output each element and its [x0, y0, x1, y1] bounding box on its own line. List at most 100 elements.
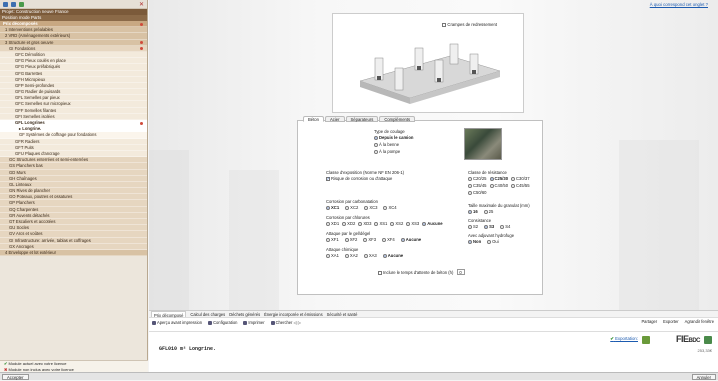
radio-option[interactable]: 25 — [483, 209, 493, 214]
option-camion[interactable]: Depuis le camion — [374, 135, 413, 140]
cancel-button[interactable]: Annuler — [691, 374, 716, 380]
radio-option[interactable]: Oui — [487, 239, 499, 244]
tab-securite[interactable]: Sécurité et santé — [327, 311, 358, 317]
radio-option[interactable]: XS1 — [374, 221, 387, 226]
radio-option[interactable]: XF3 — [363, 237, 376, 242]
radio[interactable] — [511, 176, 516, 181]
radio-option[interactable]: Non — [468, 239, 481, 244]
close-icon[interactable]: ✕ — [139, 1, 144, 8]
radio[interactable] — [363, 253, 368, 258]
share-button[interactable]: Partager — [641, 319, 657, 324]
radio-option[interactable]: XS3 — [406, 221, 419, 226]
radio-option[interactable]: Aucune — [422, 221, 443, 226]
radio[interactable] — [400, 237, 405, 242]
sidebar-item[interactable]: 4 Enveloppe et lot extérieur — [0, 249, 147, 257]
radio[interactable] — [468, 224, 472, 229]
radio-option[interactable]: XF4 — [382, 237, 395, 242]
radio[interactable] — [390, 221, 395, 226]
radio-option[interactable]: C25/30 — [489, 176, 508, 181]
tab-dechets[interactable]: Déchets générés — [229, 311, 260, 317]
radio[interactable] — [383, 205, 388, 210]
radio-option[interactable]: XD3 — [358, 221, 371, 226]
wait-time-input[interactable]: 0 — [456, 269, 465, 275]
radio[interactable] — [483, 209, 488, 214]
radio[interactable] — [406, 221, 411, 226]
radio-option[interactable]: C35/45 — [468, 183, 487, 188]
radio-option[interactable]: XA3 — [363, 253, 377, 258]
radio-option[interactable]: S2 — [468, 224, 478, 229]
tab-calcul-charges[interactable]: Calcul des charges — [190, 311, 225, 317]
radio-option[interactable]: XA2 — [344, 253, 358, 258]
radio[interactable] — [374, 221, 379, 226]
radio[interactable] — [468, 176, 472, 181]
radio-option[interactable]: C20/25 — [468, 176, 487, 181]
radio[interactable] — [468, 239, 472, 244]
tab-beton[interactable]: Béton — [303, 116, 324, 122]
radio-option[interactable]: S3 — [484, 224, 494, 229]
print-button[interactable]: Imprimer — [243, 320, 265, 325]
tree-icon[interactable] — [19, 1, 24, 7]
radio[interactable] — [511, 183, 516, 188]
fiebdc-logo[interactable]: FIEBDC — [676, 334, 700, 344]
accept-button[interactable]: Accepter — [2, 374, 29, 380]
radio[interactable] — [344, 237, 349, 242]
radio-option[interactable]: Aucune — [400, 237, 421, 242]
radio-option[interactable]: XF1 — [326, 237, 339, 242]
radio[interactable] — [489, 183, 494, 188]
radio-option[interactable]: C40/50 — [489, 183, 508, 188]
radio[interactable] — [484, 224, 489, 229]
radio[interactable] — [489, 176, 494, 181]
search-icon[interactable] — [11, 1, 16, 7]
radio[interactable] — [363, 237, 368, 242]
wait-time-checkbox[interactable] — [378, 270, 382, 275]
preview-checkbox[interactable]: Crampes de redressement — [442, 22, 497, 27]
radio-option[interactable]: XC3 — [364, 205, 377, 210]
radio-option[interactable]: C30/37 — [511, 176, 530, 181]
radio[interactable] — [326, 221, 330, 226]
radio-option[interactable]: XC1 — [326, 205, 339, 210]
radio[interactable] — [382, 237, 387, 242]
config-button[interactable]: Configuration — [208, 320, 237, 325]
radio-option[interactable]: Aucune — [382, 253, 403, 258]
option-pompe[interactable]: À la pompe — [374, 149, 413, 154]
radio[interactable] — [358, 221, 363, 226]
export-link[interactable]: ✔ Exportation: — [610, 336, 638, 342]
radio[interactable] — [468, 209, 472, 214]
radio-option[interactable]: S4 — [500, 224, 510, 229]
folder-icon[interactable] — [3, 1, 8, 7]
radio-option[interactable]: C50/60 — [468, 190, 487, 195]
radio[interactable] — [326, 253, 330, 258]
help-link[interactable]: À quoi correspond cet onglet ? — [650, 2, 708, 7]
radio[interactable] — [374, 142, 378, 147]
radio-option[interactable]: XD2 — [342, 221, 355, 226]
radio-option[interactable]: XS2 — [390, 221, 403, 226]
radio-option[interactable]: XC4 — [383, 205, 397, 210]
radio[interactable] — [382, 253, 387, 258]
radio-option[interactable]: C45/55 — [511, 183, 530, 188]
excel-icon[interactable] — [642, 336, 650, 344]
radio-option[interactable]: XC2 — [345, 205, 358, 210]
checkbox[interactable] — [326, 176, 330, 182]
radio[interactable] — [374, 135, 378, 140]
radio[interactable] — [468, 183, 472, 188]
radio[interactable] — [364, 205, 369, 210]
radio[interactable] — [422, 221, 427, 226]
radio-option[interactable]: XA1 — [326, 253, 339, 258]
checkbox[interactable] — [442, 22, 447, 27]
radio[interactable] — [487, 239, 492, 244]
radio[interactable] — [326, 237, 330, 242]
tab-complements[interactable]: Compléments — [379, 116, 416, 122]
radio-option[interactable]: XF2 — [344, 237, 357, 242]
radio[interactable] — [344, 253, 349, 258]
search-button[interactable]: Chercher ◁ ▷ — [270, 320, 301, 325]
preview-button[interactable]: Aperçu avant impression — [152, 320, 202, 325]
maximize-button[interactable]: Agrandir fenêtre — [685, 319, 714, 324]
export-button[interactable]: Exporter — [663, 319, 678, 324]
radio[interactable] — [342, 221, 347, 226]
radio[interactable] — [345, 205, 350, 210]
tab-separateurs[interactable]: Séparateurs — [345, 116, 379, 122]
download-icon[interactable] — [704, 336, 712, 344]
tab-energie[interactable]: Énergie incorporée et émissions — [264, 311, 322, 317]
radio-option[interactable]: 16 — [468, 209, 478, 214]
radio-option[interactable]: XD1 — [326, 221, 339, 226]
